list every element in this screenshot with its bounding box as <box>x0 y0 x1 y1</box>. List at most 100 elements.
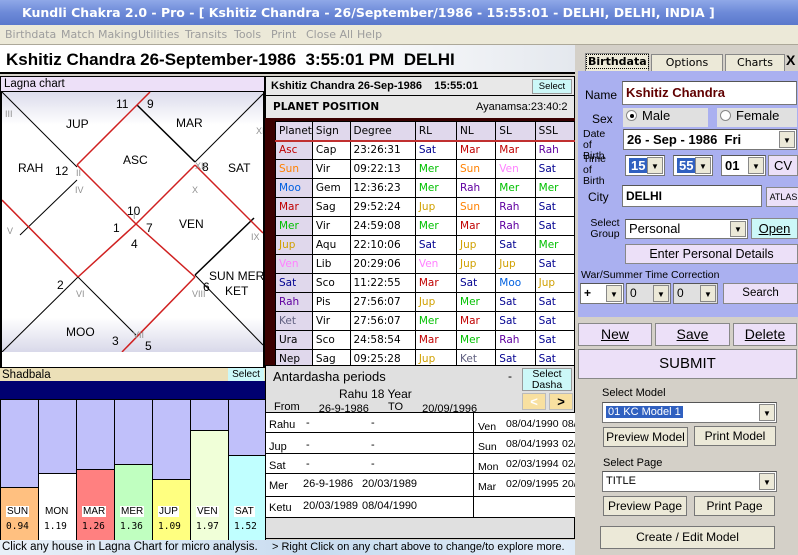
table-row[interactable]: Ket Vir 27:56:07 Mer Mar Sat Sat <box>275 311 576 331</box>
chevron-down-icon[interactable]: ▼ <box>653 285 669 302</box>
cv-button[interactable]: CV <box>768 155 798 176</box>
chevron-down-icon[interactable]: ▼ <box>606 285 622 302</box>
preview-page-button[interactable]: Preview Page <box>603 496 687 516</box>
sex-male-radio[interactable]: Male <box>623 108 708 127</box>
table-cell: Rah <box>495 197 536 217</box>
table-cell: Mer <box>414 311 458 331</box>
war-hour-select[interactable]: 0 ▼ <box>626 283 671 304</box>
chevron-down-icon[interactable]: ▼ <box>748 157 764 174</box>
lagna-chart-svg[interactable]: JUP MAR RAH ASC SAT VEN SUN MER KET MOO … <box>2 92 263 367</box>
table-row[interactable]: Jup Aqu 22:10:06 Sat Jup Sat Mer <box>275 235 576 255</box>
column-header: SSL <box>534 121 576 142</box>
house-planets[interactable]: SUN MER <box>209 269 263 283</box>
antardasha-start: 20/03/1989 <box>303 500 359 512</box>
sex-female-radio[interactable]: Female <box>717 108 797 127</box>
table-row[interactable]: Asc Cap 23:26:31 Sat Mar Mar Rah <box>275 140 576 160</box>
table-cell: Pis <box>311 292 351 312</box>
shadbala-value: 0.94 <box>6 521 29 532</box>
enter-personal-details-button[interactable]: Enter Personal Details <box>625 244 798 264</box>
print-model-button[interactable]: Print Model <box>694 426 776 446</box>
next-dasha-button[interactable]: > <box>549 393 573 410</box>
house-planets[interactable]: ASC <box>123 153 148 167</box>
chevron-down-icon[interactable]: ▼ <box>695 157 711 174</box>
antardasha-start: - <box>306 439 310 451</box>
prev-dasha-button[interactable]: < <box>522 393 546 410</box>
save-button[interactable]: Save <box>655 323 730 346</box>
house-planets[interactable]: RAH <box>18 161 43 175</box>
atlas-button[interactable]: ATLAS <box>766 187 798 207</box>
table-cell: Sat <box>275 273 313 293</box>
planet-position-title-bar: PLANET POSITION Ayanamsa:23:40:2 <box>265 96 575 118</box>
city-input[interactable]: DELHI <box>622 185 762 207</box>
house-planets[interactable]: MOO <box>66 325 95 339</box>
search-button[interactable]: Search <box>723 283 798 304</box>
menu-match-making[interactable]: Match Making <box>61 28 138 41</box>
menu-transits[interactable]: Transits <box>185 28 227 41</box>
war-sign-select[interactable]: + ▼ <box>580 283 624 304</box>
house-planets[interactable]: SAT <box>228 161 251 175</box>
war-minute-select[interactable]: 0 ▼ <box>673 283 718 304</box>
chevron-down-icon[interactable]: ▼ <box>730 221 746 237</box>
open-button[interactable]: Open <box>751 218 798 239</box>
print-page-button[interactable]: Print Page <box>694 496 775 516</box>
planet-position-select-button[interactable]: Select <box>532 79 572 94</box>
new-button[interactable]: New <box>578 323 652 346</box>
column-header: SL <box>495 121 536 142</box>
chevron-down-icon[interactable]: ▼ <box>759 404 775 421</box>
submit-button[interactable]: SUBMIT <box>578 349 797 379</box>
group-select[interactable]: Personal ▼ <box>625 219 748 239</box>
table-row[interactable]: Mar Sag 29:52:24 Jup Sun Rah Sat <box>275 197 576 217</box>
table-row[interactable]: Mer Vir 24:59:08 Mer Mar Rah Sat <box>275 216 576 236</box>
city-label: City <box>588 190 609 204</box>
chevron-down-icon[interactable]: ▼ <box>700 285 716 302</box>
page-select[interactable]: TITLE ▼ <box>602 471 777 492</box>
tab-birthdata[interactable]: Birthdata <box>585 53 649 72</box>
table-cell: Rah <box>456 178 497 198</box>
select-dasha-button[interactable]: Select Dasha <box>522 368 572 391</box>
divider <box>473 413 474 517</box>
antardasha-start: 02/09/1995 <box>506 478 559 490</box>
model-select[interactable]: 01 KC Model 1 ▼ <box>602 402 777 423</box>
table-row[interactable]: Ura Sco 24:58:54 Mar Mer Rah Sat <box>275 330 576 350</box>
menu-close-all[interactable]: Close All <box>306 28 353 41</box>
shadbala-value: 1.26 <box>82 521 105 532</box>
tob-second-select[interactable]: 01 ▼ <box>721 155 766 176</box>
shadbala-select-button[interactable]: Select <box>228 368 264 381</box>
table-row[interactable]: Moo Gem 12:36:23 Mer Rah Mer Mer <box>275 178 576 198</box>
house-planets[interactable]: MAR <box>176 116 203 130</box>
table-row[interactable]: Sat Sco 11:22:55 Mar Sat Moo Jup <box>275 273 576 293</box>
create-edit-model-button[interactable]: Create / Edit Model <box>600 526 775 549</box>
menu-print[interactable]: Print <box>271 28 296 41</box>
menu-tools[interactable]: Tools <box>234 28 261 41</box>
tab-options[interactable]: Options <box>651 54 723 71</box>
table-cell: Mar <box>414 273 458 293</box>
table-row[interactable]: Sun Vir 09:22:13 Mer Sun Ven Sat <box>275 159 576 179</box>
delete-button[interactable]: Delete <box>733 323 797 346</box>
close-panel-button[interactable]: X <box>786 52 795 68</box>
war-time-label: War/Summer Time Correction <box>581 269 720 281</box>
dob-select[interactable]: 26 - Sep - 1986 Fri ▼ <box>623 129 797 150</box>
tob-hour-select[interactable]: 15 ▼ <box>625 155 665 176</box>
shadbala-chart: SUN 0.94 MON 1.19 MAR 1.26 MER 1.36 JUP 1.09 VEN 1.… <box>0 399 266 540</box>
chevron-down-icon[interactable]: ▼ <box>759 473 775 490</box>
column-header: Degree <box>349 121 416 142</box>
table-cell: Mar <box>495 140 536 160</box>
table-cell: Sat <box>495 311 536 331</box>
menu-help[interactable]: Help <box>357 28 382 41</box>
chevron-down-icon[interactable]: ▼ <box>779 131 795 148</box>
menu-birthdata[interactable]: Birthdata <box>5 28 56 41</box>
planet-position-subject: Kshitiz Chandra 26-Sep-1986 15:55:01 <box>271 80 479 92</box>
house-planets[interactable]: KET <box>225 284 249 298</box>
tab-charts[interactable]: Charts <box>725 54 785 71</box>
preview-model-button[interactable]: Preview Model <box>603 427 688 447</box>
chevron-down-icon[interactable]: ▼ <box>647 157 663 174</box>
lagna-chart[interactable]: JUP MAR RAH ASC SAT VEN SUN MER KET MOO … <box>0 92 265 367</box>
table-row[interactable]: Ven Lib 20:29:06 Ven Jup Jup Sat <box>275 254 576 274</box>
house-planets[interactable]: VEN <box>179 217 204 231</box>
tob-minute-select[interactable]: 55 ▼ <box>673 155 713 176</box>
house-planets[interactable]: JUP <box>66 117 89 131</box>
table-row[interactable]: Rah Pis 27:56:07 Jup Mer Sat Sat <box>275 292 576 312</box>
name-input[interactable]: Kshitiz Chandra <box>622 81 797 105</box>
antardasha-end: 02/03/1994 <box>562 438 576 450</box>
menu-utilities[interactable]: Utilities <box>138 28 179 41</box>
